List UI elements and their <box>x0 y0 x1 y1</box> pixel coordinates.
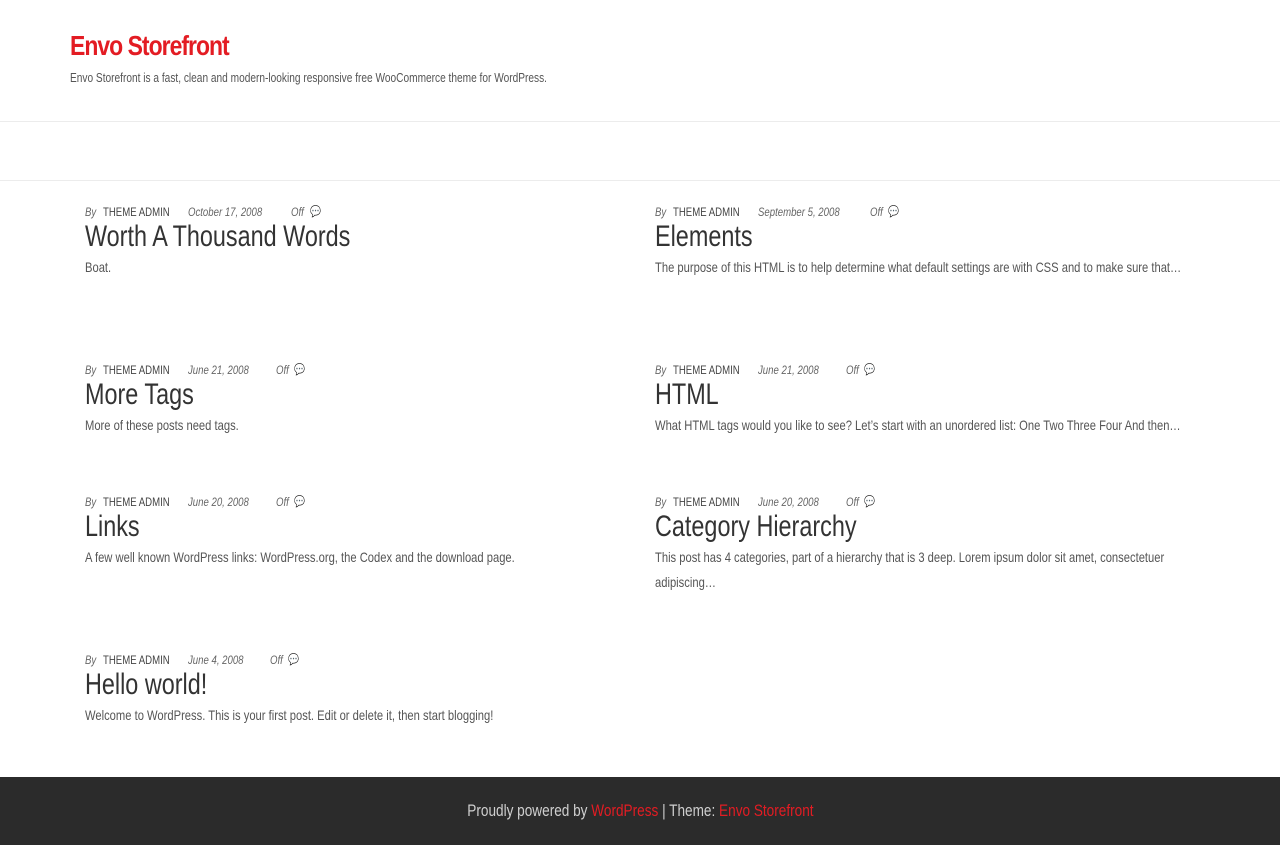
post-date-link[interactable]: September 5, 2008 <box>758 203 840 221</box>
comments-icon[interactable]: 💬 <box>864 361 875 379</box>
post-title-link[interactable]: HTML <box>655 377 719 413</box>
post-title-link[interactable]: Worth A Thousand Words <box>85 219 350 255</box>
footer-separator: | <box>661 801 666 820</box>
main-navigation-bar <box>0 122 1280 181</box>
post-date-link[interactable]: June 21, 2008 <box>188 361 249 379</box>
post-comments-status: Off <box>276 495 289 509</box>
comments-icon[interactable]: 💬 <box>294 493 305 511</box>
post-date-link[interactable]: June 20, 2008 <box>188 493 249 511</box>
footer-credits: Proudly powered by WordPress | Theme: En… <box>0 799 1280 823</box>
site-header: Envo Storefront Envo Storefront is a fas… <box>0 0 1280 122</box>
post-title-link[interactable]: More Tags <box>85 377 194 413</box>
post-date-link[interactable]: June 21, 2008 <box>758 361 819 379</box>
post-comments-status: Off <box>846 363 859 377</box>
post-title-link[interactable]: Elements <box>655 219 753 255</box>
post-excerpt: Boat. <box>85 259 112 275</box>
post-comments-status: Off <box>270 653 283 667</box>
post-excerpt: The purpose of this HTML is to help dete… <box>655 259 1182 275</box>
post-comments-status: Off <box>276 363 289 377</box>
footer-theme-link[interactable]: Envo Storefront <box>719 801 813 820</box>
post-meta: By THEME ADMIN June 21, 2008 Off 💬 <box>655 361 1195 379</box>
post-excerpt: Welcome to WordPress. This is your first… <box>85 707 494 723</box>
post-title-link[interactable]: Category Hierarchy <box>655 509 857 545</box>
comments-icon[interactable]: 💬 <box>864 493 875 511</box>
post-title-link[interactable]: Links <box>85 509 140 545</box>
post-excerpt: A few well known WordPress links: WordPr… <box>85 549 515 565</box>
footer-wordpress-link[interactable]: WordPress <box>591 801 658 820</box>
post-excerpt: This post has 4 categories, part of a hi… <box>655 549 1165 590</box>
site-description: Envo Storefront is a fast, clean and mod… <box>70 70 547 85</box>
post-title-link[interactable]: Hello world! <box>85 667 207 703</box>
comments-icon[interactable]: 💬 <box>288 651 299 669</box>
comments-icon[interactable]: 💬 <box>294 361 305 379</box>
footer-powered-text: Proudly powered by <box>466 801 588 820</box>
site-title-link[interactable]: Envo Storefront <box>70 28 230 64</box>
post-excerpt: What HTML tags would you like to see? Le… <box>655 417 1181 433</box>
comments-icon[interactable]: 💬 <box>888 203 899 221</box>
post-excerpt: More of these posts need tags. <box>85 417 239 433</box>
post-comments-status: Off <box>870 205 883 219</box>
post-meta: By THEME ADMIN June 20, 2008 Off 💬 <box>85 493 625 511</box>
footer-theme-text: Theme: <box>668 801 715 820</box>
site-footer: Proudly powered by WordPress | Theme: En… <box>0 777 1280 845</box>
